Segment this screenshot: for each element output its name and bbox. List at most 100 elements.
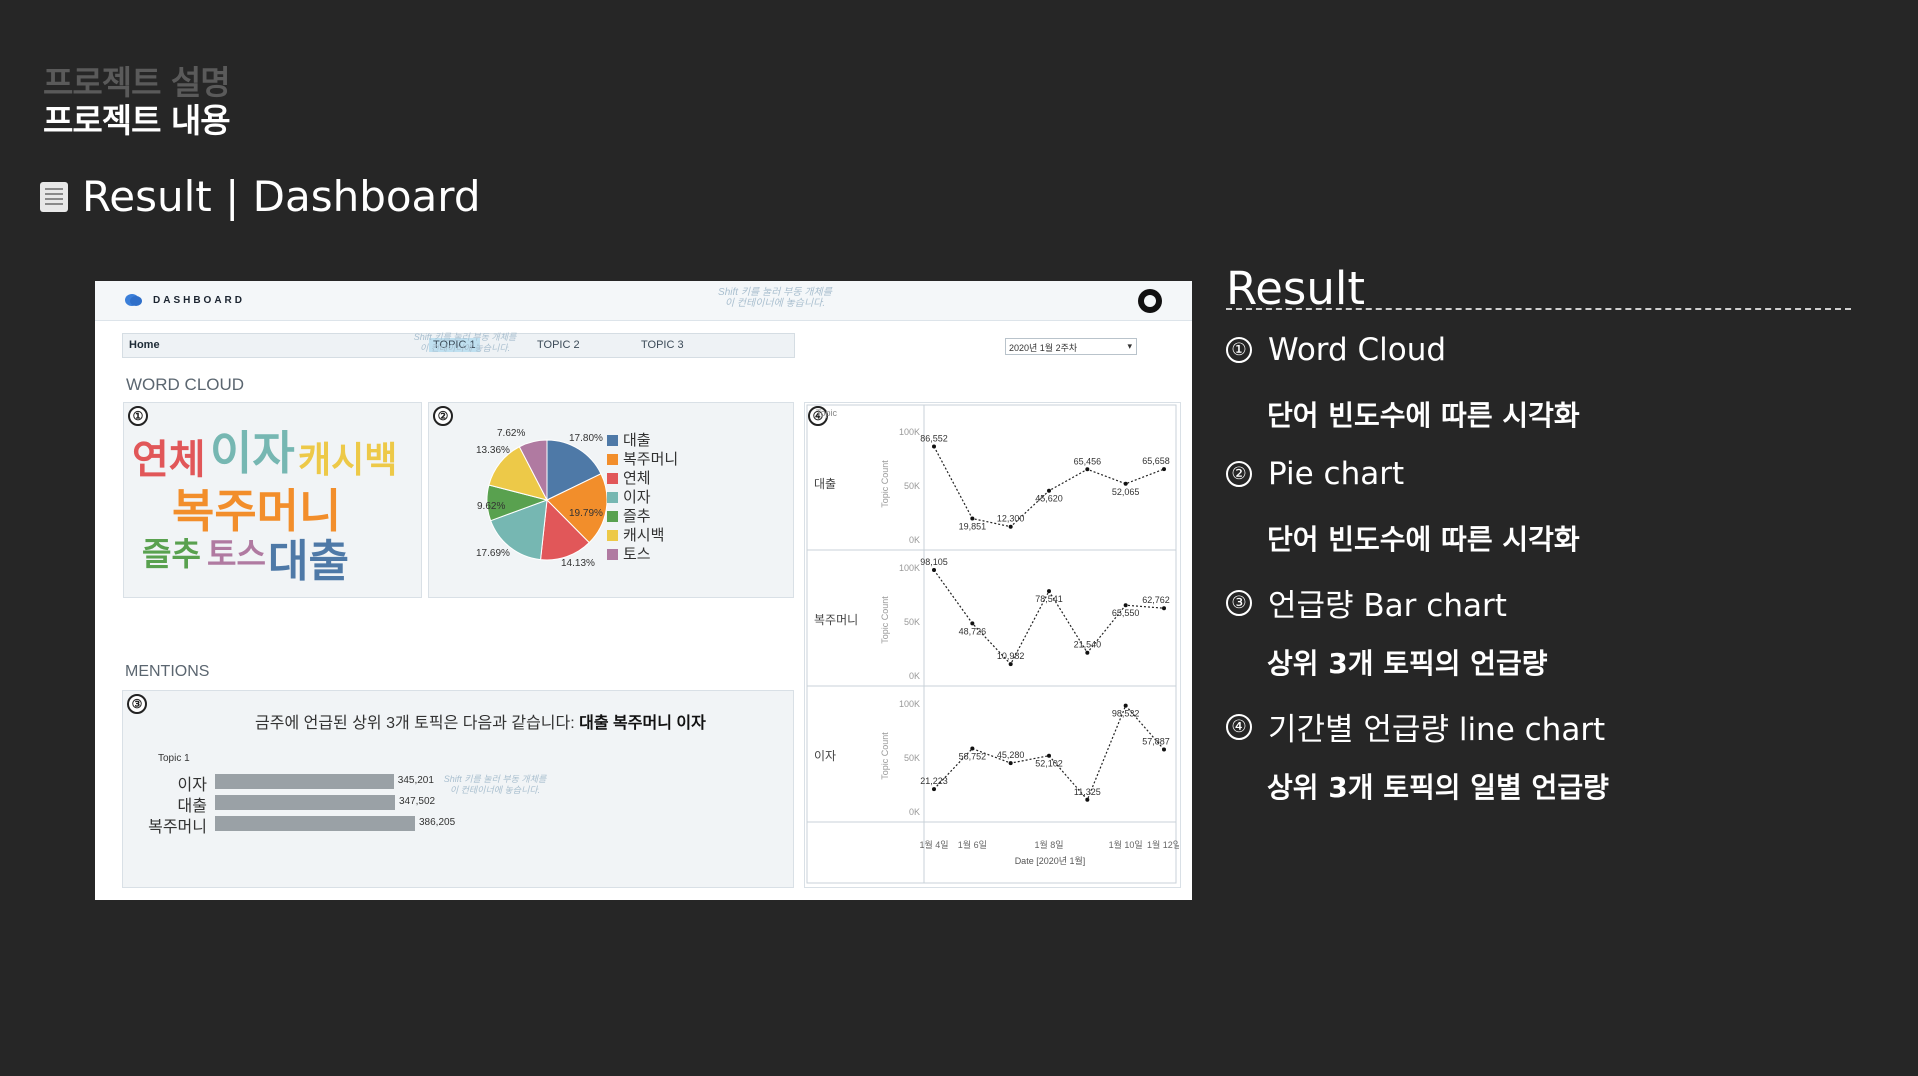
nav-home[interactable]: Home [129, 339, 160, 351]
word-cloud-label: WORD CLOUD [126, 375, 245, 394]
line-value-label: 52,102 [1035, 759, 1063, 769]
x-axis-title: Date [2020년 1월] [1015, 855, 1086, 866]
line-panel-topic: 이자 [814, 749, 836, 763]
line-panel-topic: 복주머니 [814, 613, 858, 627]
section-heading-text: Result | Dashboard [82, 172, 481, 221]
week-select[interactable]: 2020년 1월 2주차 ▾ [1005, 338, 1137, 355]
legend-swatch [607, 435, 618, 446]
y-tick-label: 50K [904, 481, 920, 491]
mentions-label: MENTIONS [125, 663, 210, 680]
y-tick-label: 50K [904, 617, 920, 627]
float-hint-text: Shift 키를 눌러 부동 개체를 이 컨테이너에 놓습니다. [413, 332, 517, 353]
y-tick-label: 0K [909, 671, 920, 681]
word-cloud-word: 이자 [210, 427, 295, 479]
bar [215, 816, 415, 831]
tab-topic-3[interactable]: TOPIC 3 [641, 339, 684, 351]
line-point [932, 787, 936, 792]
result-item-number: ④ [1226, 713, 1252, 740]
result-item-label: Word Cloud [1268, 332, 1447, 368]
week-select-value: 2020년 1월 2주차 [1009, 343, 1078, 353]
x-tick-label: 1월 6일 [958, 839, 987, 850]
legend-item: 캐시백 [607, 524, 664, 545]
x-tick-label: 1월 10일 [1109, 839, 1143, 850]
word-cloud-word: 즐추 [142, 536, 201, 572]
result-item-number: ③ [1226, 589, 1252, 616]
line-panel-topic: 대출 [814, 477, 836, 491]
legend-item: 이자 [607, 486, 651, 507]
dashboard-screenshot: DASHBOARD Shift 키를 눌러 부동 개체를 이 컨테이너에 놓습니다… [95, 281, 1192, 900]
line-point [970, 516, 975, 521]
y-tick-label: 50K [904, 753, 920, 763]
mentions-sentence: 금주에 언급된 상위 3개 토픽은 다음과 같습니다: 대출 복주머니 이자 [255, 715, 706, 732]
y-axis-label: Topic Count [880, 596, 890, 644]
line-point [1123, 703, 1128, 708]
line-point [970, 621, 975, 626]
legend-swatch [607, 511, 618, 522]
line-chart: Topic 100K 50K 0K Topic Count 대출 86,552 19,851 1… [806, 404, 1179, 884]
result-item-desc: 상위 3개 토픽의 일별 언급량 [1267, 771, 1609, 804]
line-point [1162, 467, 1166, 472]
legend-item: 연체 [607, 467, 651, 488]
legend-label: 토스 [623, 546, 651, 563]
bar-value: 347,502 [398, 796, 436, 807]
line-value-label: 57,887 [1142, 736, 1170, 746]
legend-swatch [607, 492, 618, 503]
dashboard-logo-icon [125, 294, 142, 306]
chevron-down-icon: ▾ [1127, 341, 1132, 351]
line-point [1047, 753, 1051, 758]
line-point [1085, 650, 1090, 655]
line-point [1047, 589, 1051, 594]
result-divider [1226, 308, 1851, 310]
line-point [1085, 467, 1090, 472]
pie-pct-label: 7.62% [497, 428, 526, 439]
line-value-label: 45,620 [1035, 494, 1063, 504]
result-item-2: ② Pie chart [1226, 456, 1404, 492]
line-value-label: 65,658 [1142, 456, 1170, 466]
line-point [932, 444, 936, 449]
legend-item: 즐추 [607, 505, 651, 526]
line-value-label: 58,752 [959, 752, 987, 762]
y-tick-label: 100K [899, 563, 920, 573]
y-tick-label: 100K [899, 427, 920, 437]
legend-item: 대출 [607, 429, 651, 450]
pie-pct-label: 9.62% [477, 501, 506, 512]
line-point [1008, 524, 1013, 529]
bar-label: 복주머니 [148, 819, 207, 836]
pie-pct-label: 17.69% [476, 548, 510, 559]
legend-swatch [607, 473, 618, 484]
line-value-label: 65,550 [1112, 608, 1140, 618]
line-value-label: 65,456 [1074, 456, 1102, 466]
legend-label: 즐추 [623, 508, 651, 525]
line-point [1047, 488, 1051, 493]
result-item-1: ① Word Cloud [1226, 332, 1446, 368]
y-tick-label: 0K [909, 807, 920, 817]
legend-label: 이자 [623, 489, 651, 506]
line-point [1162, 606, 1166, 611]
legend-label: 캐시백 [623, 527, 665, 544]
line-value-label: 10,982 [997, 651, 1025, 661]
line-point [1008, 662, 1013, 667]
y-axis-label: Topic Count [880, 460, 890, 508]
line-value-label: 21,223 [920, 776, 948, 786]
line-value-label: 21,540 [1074, 640, 1102, 650]
line-value-label: 45,280 [997, 750, 1025, 760]
line-point [1123, 603, 1128, 608]
legend-swatch [607, 549, 618, 560]
github-icon[interactable] [1138, 289, 1162, 313]
pie-chart-panel: ② 17.80% 19.79% 14.13% 17.69% 9.62% 13.3… [428, 402, 794, 598]
line-value-label: 78,541 [1035, 594, 1063, 604]
y-tick-label: 100K [899, 699, 920, 709]
dashboard-topbar: DASHBOARD Shift 키를 눌러 부동 개체를 이 컨테이너에 놓습니다… [95, 281, 1192, 321]
result-item-3: ③ 언급량 Bar chart [1226, 580, 1507, 625]
bar [215, 795, 395, 810]
x-tick-label: 1월 4일 [919, 839, 948, 850]
result-item-label: 기간별 언급량 line chart [1268, 712, 1606, 748]
pie-pct-label: 13.36% [476, 445, 510, 456]
line-value-label: 98,105 [920, 557, 948, 567]
result-item-number: ① [1226, 337, 1252, 363]
line-point [970, 746, 975, 751]
mentions-badge: ③ [127, 694, 147, 714]
x-tick-label: 1월 12일 [1147, 839, 1179, 850]
bar [215, 774, 394, 789]
legend-label: 연체 [623, 470, 651, 487]
